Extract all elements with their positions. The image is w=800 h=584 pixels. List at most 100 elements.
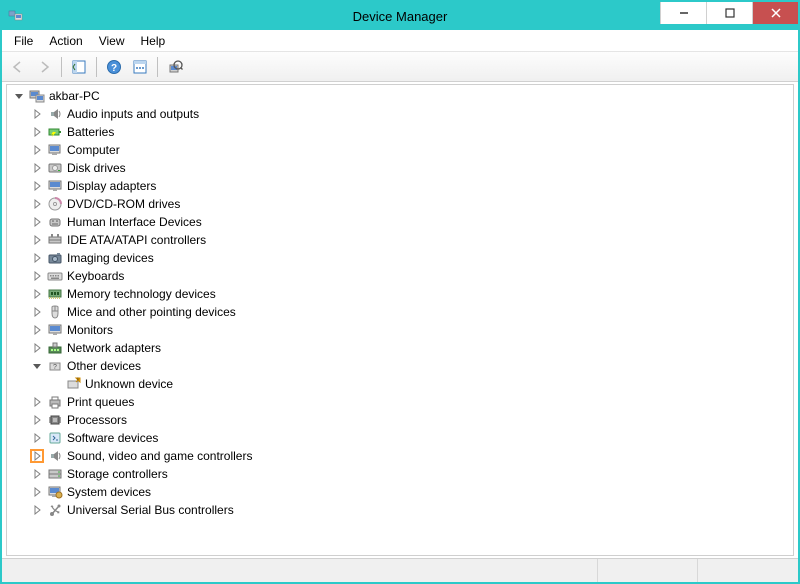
monitor-icon [47,322,63,338]
status-cell [698,559,798,582]
expander-icon[interactable] [31,144,43,156]
menu-action[interactable]: Action [41,32,90,50]
speaker-icon [47,448,63,464]
expander-icon[interactable] [31,396,43,408]
toolbar: ? [2,52,798,82]
expander-icon[interactable] [31,342,43,354]
minimize-button[interactable] [660,2,706,24]
app-icon [8,8,24,24]
tree-item[interactable]: Human Interface Devices [7,213,793,231]
expander-icon[interactable] [31,504,43,516]
tree-item[interactable]: Unknown device [7,375,793,393]
tree-item[interactable]: Memory technology devices [7,285,793,303]
expander-icon[interactable] [31,252,43,264]
expander-icon[interactable] [31,162,43,174]
tree-item-label: Other devices [67,359,141,373]
tree-item[interactable]: Audio inputs and outputs [7,105,793,123]
mouse-icon [47,304,63,320]
cpu-icon [47,412,63,428]
tree-item-label: Software devices [67,431,158,445]
expander-icon[interactable] [31,414,43,426]
toolbar-help-button[interactable]: ? [102,55,126,79]
expander-icon[interactable] [31,468,43,480]
tree-item[interactable]: DVD/CD-ROM drives [7,195,793,213]
tree-item[interactable]: Display adapters [7,177,793,195]
toolbar-action-menu-button[interactable] [128,55,152,79]
expander-icon[interactable] [31,360,43,372]
expander-icon[interactable] [31,306,43,318]
tree-item[interactable]: System devices [7,483,793,501]
tree-item-label: Print queues [67,395,134,409]
tree-item[interactable]: Sound, video and game controllers [7,447,793,465]
expander-icon[interactable] [13,90,25,102]
expander-icon[interactable] [31,288,43,300]
toolbar-console-tree-button[interactable] [67,55,91,79]
expander-icon[interactable] [31,180,43,192]
tree-item-label: DVD/CD-ROM drives [67,197,180,211]
expander-icon[interactable] [31,198,43,210]
menu-view[interactable]: View [91,32,133,50]
window-controls [660,2,798,30]
storage-icon [47,466,63,482]
tree-item-label: Disk drives [67,161,126,175]
tree-item-label: Display adapters [67,179,156,193]
other-icon [47,358,63,374]
expander-icon[interactable] [31,432,43,444]
tree-item[interactable]: Print queues [7,393,793,411]
imaging-icon [47,250,63,266]
printer-icon [47,394,63,410]
dvd-icon [47,196,63,212]
disk-icon [47,160,63,176]
expander-icon[interactable] [31,216,43,228]
expander-icon[interactable] [31,486,43,498]
tree-item[interactable]: Mice and other pointing devices [7,303,793,321]
tree-item[interactable]: Processors [7,411,793,429]
tree-item-label: Human Interface Devices [67,215,202,229]
status-cell [598,559,698,582]
expander-icon[interactable] [31,108,43,120]
tree-item-label: Mice and other pointing devices [67,305,236,319]
menu-help[interactable]: Help [133,32,174,50]
expander-icon[interactable] [31,270,43,282]
software-icon [47,430,63,446]
network-icon [47,340,63,356]
tree-item[interactable]: Other devices [7,357,793,375]
menu-file[interactable]: File [6,32,41,50]
expander-icon[interactable] [31,126,43,138]
tree-item[interactable]: Storage controllers [7,465,793,483]
expander-icon[interactable] [31,324,43,336]
toolbar-separator [61,57,62,77]
tree-item-label: Storage controllers [67,467,168,481]
status-cell [2,559,598,582]
tree-item-label: Sound, video and game controllers [67,449,252,463]
tree-item[interactable]: Monitors [7,321,793,339]
tree-item[interactable]: Network adapters [7,339,793,357]
tree-item[interactable]: Software devices [7,429,793,447]
tree-item-label: Audio inputs and outputs [67,107,199,121]
toolbar-forward-button[interactable] [32,55,56,79]
memory-icon [47,286,63,302]
toolbar-back-button[interactable] [6,55,30,79]
maximize-button[interactable] [706,2,752,24]
usb-icon [47,502,63,518]
tree-item[interactable]: Computer [7,141,793,159]
close-button[interactable] [752,2,798,24]
toolbar-scan-button[interactable] [163,55,187,79]
toolbar-separator [157,57,158,77]
tree-item[interactable]: IDE ATA/ATAPI controllers [7,231,793,249]
tree-item[interactable]: Imaging devices [7,249,793,267]
tree-item-label: Batteries [67,125,114,139]
expander-icon[interactable] [31,450,43,462]
device-tree[interactable]: akbar-PC Audio inputs and outputs Batteri… [6,84,794,556]
tree-item-label: Network adapters [67,341,161,355]
tree-item-label: Computer [67,143,120,157]
tree-root[interactable]: akbar-PC [7,87,793,105]
tree-item[interactable]: Universal Serial Bus controllers [7,501,793,519]
tree-root-label: akbar-PC [49,89,100,103]
tree-item-label: Unknown device [85,377,173,391]
tree-item[interactable]: Keyboards [7,267,793,285]
tree-item[interactable]: Batteries [7,123,793,141]
hid-icon [47,214,63,230]
tree-item[interactable]: Disk drives [7,159,793,177]
expander-icon[interactable] [31,234,43,246]
